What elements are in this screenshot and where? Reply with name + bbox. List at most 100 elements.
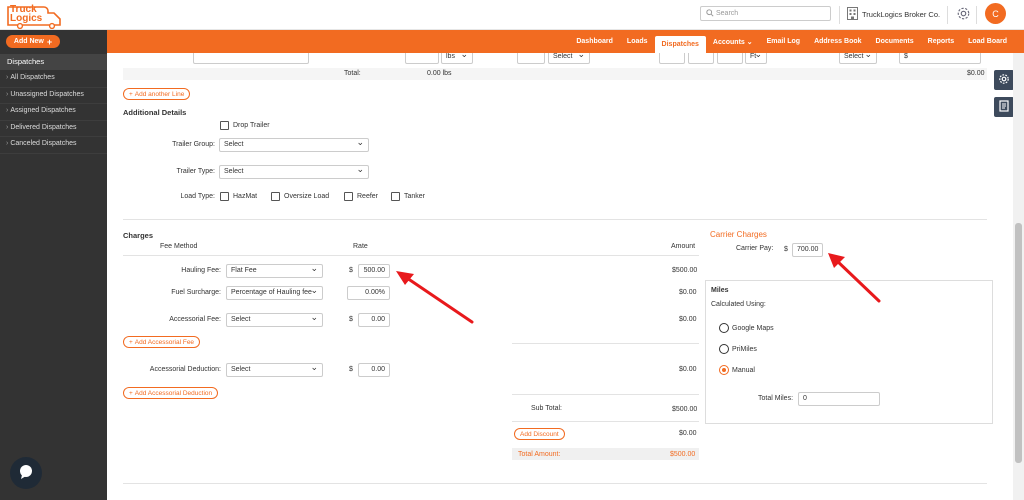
sidebar-item-unassigned-dispatches[interactable]: › Unassigned Dispatches bbox=[0, 88, 107, 104]
chevron-right-icon: › bbox=[6, 140, 9, 147]
add-new-label: Add New bbox=[13, 38, 44, 45]
trailer-type-value: Select bbox=[224, 168, 244, 175]
weight-input[interactable] bbox=[405, 53, 439, 64]
chevron-right-icon: › bbox=[6, 123, 9, 131]
divider bbox=[512, 421, 699, 422]
divider bbox=[839, 6, 840, 24]
sidebar-item-canceled-dispatches[interactable]: › Canceled Dispatches bbox=[0, 137, 107, 154]
length-input[interactable] bbox=[659, 53, 685, 64]
nav-dashboard[interactable]: Dashboard bbox=[569, 30, 620, 53]
settings-gear-icon[interactable] bbox=[956, 6, 971, 23]
divider bbox=[123, 255, 699, 256]
dimension-unit-select[interactable]: Ft bbox=[745, 53, 767, 64]
accessorial-fee-rate-input[interactable]: 0.00 bbox=[358, 313, 390, 327]
percent-suffix: % bbox=[378, 289, 385, 296]
radio-google-maps[interactable] bbox=[719, 323, 729, 333]
height-input[interactable] bbox=[717, 53, 743, 64]
sidebar-item-delivered-dispatches[interactable]: › Delivered Dispatches bbox=[0, 121, 107, 137]
drop-trailer-checkbox[interactable] bbox=[220, 121, 229, 130]
top-bar: Truck Logics Search TruckLogics Broker C… bbox=[0, 0, 1024, 30]
carrier-charges-title: Carrier Charges bbox=[710, 230, 767, 239]
accessorial-deduction-method-select[interactable]: Select bbox=[226, 363, 323, 377]
tanker-checkbox[interactable] bbox=[391, 192, 400, 201]
load-type-label: Load Type: bbox=[180, 193, 215, 200]
hazmat-checkbox[interactable] bbox=[220, 192, 229, 201]
hauling-fee-rate-value: 500.00 bbox=[363, 267, 385, 274]
hauling-fee-rate-input[interactable]: 500.00 bbox=[358, 264, 390, 278]
nav-load-board[interactable]: Load Board bbox=[961, 30, 1014, 53]
notes-float-button[interactable] bbox=[994, 97, 1014, 117]
manual-label: Manual bbox=[732, 367, 755, 374]
add-accessorial-fee-label: Add Accessorial Fee bbox=[134, 338, 195, 346]
quantity-input[interactable] bbox=[517, 53, 545, 64]
subtotal-label: Sub Total: bbox=[531, 405, 563, 412]
package-type-value: Select bbox=[553, 53, 573, 60]
charges-title: Charges bbox=[123, 231, 154, 240]
nav-dispatches[interactable]: Dispatches bbox=[654, 36, 706, 53]
total-miles-input[interactable]: 0 bbox=[798, 392, 880, 406]
nav-reports[interactable]: Reports bbox=[921, 30, 961, 53]
trucklogics-logo[interactable]: Truck Logics bbox=[6, 3, 66, 30]
scrollbar-thumb[interactable] bbox=[1015, 223, 1022, 463]
add-accessorial-deduction-button[interactable]: + Add Accessorial Deduction bbox=[123, 387, 219, 399]
row-price-input[interactable]: $ bbox=[899, 53, 981, 64]
nav-documents[interactable]: Documents bbox=[869, 30, 921, 53]
settings-float-button[interactable] bbox=[994, 70, 1014, 90]
currency-symbol: $ bbox=[904, 53, 908, 60]
subtotal-value: $500.00 bbox=[672, 406, 698, 413]
sidebar-list: › All Dispatches › Unassigned Dispatches ›… bbox=[0, 71, 107, 154]
add-another-line-button[interactable]: + Add another Line bbox=[123, 88, 191, 100]
weight-unit-select[interactable]: lbs bbox=[441, 53, 473, 64]
dimension-unit-value: Ft bbox=[750, 53, 757, 60]
carrier-pay-label: Carrier Pay: bbox=[736, 245, 774, 252]
search-input[interactable]: Search bbox=[700, 6, 831, 21]
company-switcher[interactable]: TruckLogics Broker Co. bbox=[847, 6, 940, 22]
add-another-line-label: Add another Line bbox=[134, 90, 185, 98]
total-amount-value: $500.00 bbox=[670, 451, 696, 458]
tanker-label: Tanker bbox=[404, 193, 426, 200]
trailer-group-select[interactable]: Select bbox=[219, 138, 369, 152]
accessorial-deduction-rate-input[interactable]: 0.00 bbox=[358, 363, 390, 377]
nav-loads[interactable]: Loads bbox=[620, 30, 655, 53]
fuel-surcharge-method-select[interactable]: Percentage of Hauling fee bbox=[226, 286, 323, 300]
radio-promiles[interactable] bbox=[719, 344, 729, 354]
total-amount-label: Total Amount: bbox=[518, 451, 561, 458]
nav-accounts[interactable]: Accounts ⌄ bbox=[706, 30, 760, 53]
carrier-pay-input[interactable]: 700.00 bbox=[792, 243, 823, 257]
radio-manual[interactable] bbox=[719, 365, 729, 375]
total-row bbox=[123, 68, 987, 80]
weight-unit-value: lbs bbox=[446, 53, 455, 60]
trailer-group-value: Select bbox=[224, 141, 244, 148]
document-icon bbox=[998, 100, 1010, 114]
fuel-surcharge-rate-input[interactable]: 0.00% bbox=[347, 286, 390, 300]
logo-text-2: Logics bbox=[10, 13, 43, 24]
location-input[interactable] bbox=[193, 53, 309, 64]
hauling-fee-method-select[interactable]: Flat Fee bbox=[226, 264, 323, 278]
oversize-load-label: Oversize Load bbox=[284, 193, 330, 200]
reefer-checkbox[interactable] bbox=[344, 192, 353, 201]
chat-widget-button[interactable] bbox=[10, 457, 42, 489]
nav-address-book[interactable]: Address Book bbox=[807, 30, 868, 53]
add-accessorial-fee-button[interactable]: + Add Accessorial Fee bbox=[123, 336, 201, 348]
package-type-select[interactable]: Select bbox=[548, 53, 590, 64]
accessorial-fee-method-select[interactable]: Select bbox=[226, 313, 323, 327]
width-input[interactable] bbox=[688, 53, 714, 64]
amount-header: Amount bbox=[671, 243, 696, 250]
nav-email-log[interactable]: Email Log bbox=[760, 30, 807, 53]
oversize-load-checkbox[interactable] bbox=[271, 192, 280, 201]
main-nav: Dashboard Loads Dispatches Accounts ⌄ Em… bbox=[107, 30, 1024, 53]
fuel-surcharge-rate-value: 0.00 bbox=[365, 289, 379, 296]
add-discount-button[interactable]: Add Discount bbox=[514, 428, 565, 440]
trailer-type-select[interactable]: Select bbox=[219, 165, 369, 179]
sidebar-item-all-dispatches[interactable]: › All Dispatches bbox=[0, 71, 107, 88]
plus-icon: + bbox=[129, 90, 133, 98]
annotation-arrow-icon bbox=[828, 253, 881, 303]
fuel-surcharge-method-value: Percentage of Hauling fee bbox=[231, 289, 312, 296]
vertical-scrollbar[interactable] bbox=[1013, 53, 1024, 500]
sidebar-item-assigned-dispatches[interactable]: › Assigned Dispatches bbox=[0, 104, 107, 121]
row-select[interactable]: Select bbox=[839, 53, 877, 64]
currency-symbol: $ bbox=[784, 246, 788, 253]
user-avatar[interactable]: C bbox=[985, 3, 1006, 24]
add-new-button[interactable]: Add New + bbox=[6, 35, 60, 48]
accessorial-fee-rate-value: 0.00 bbox=[371, 316, 385, 323]
